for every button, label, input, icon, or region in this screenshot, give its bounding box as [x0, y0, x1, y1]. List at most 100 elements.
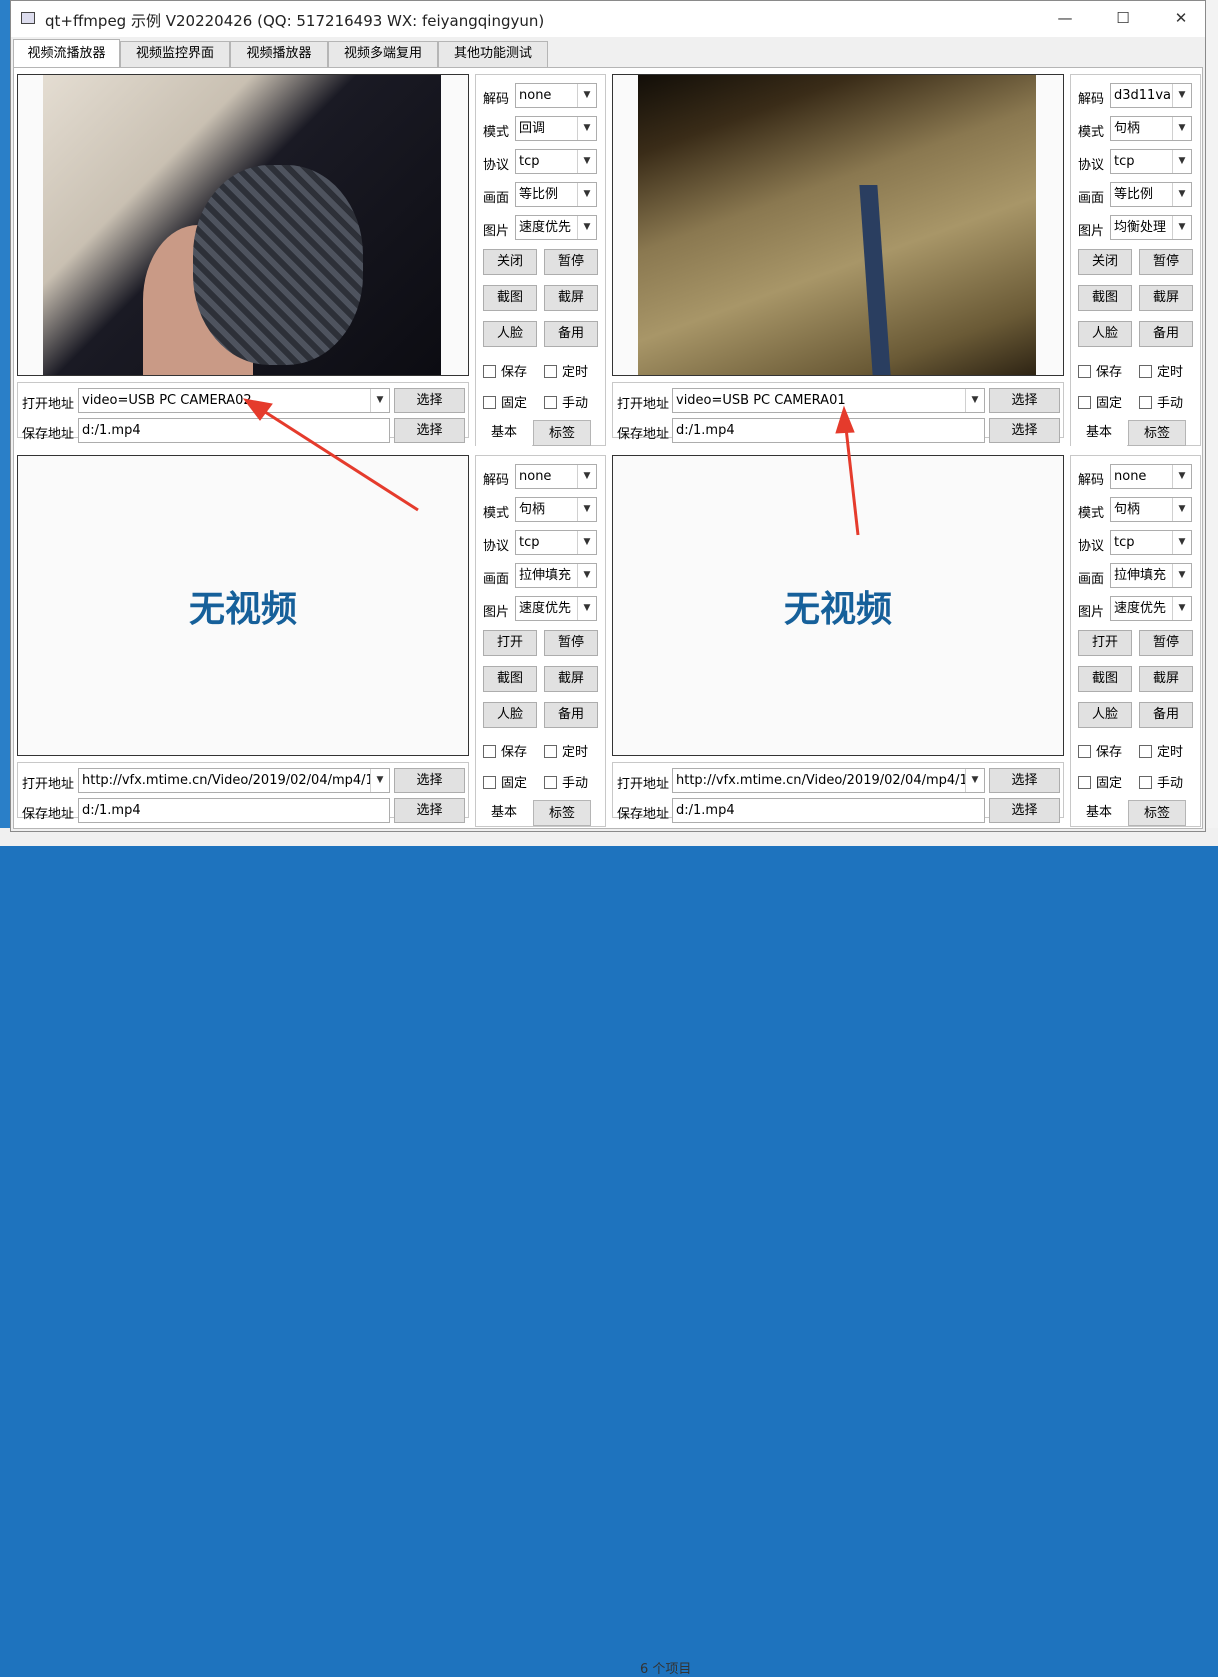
select-open-button[interactable]: 选择	[394, 768, 465, 793]
screenshot-button[interactable]: 截图	[1078, 285, 1132, 311]
select-save-button[interactable]: 选择	[394, 798, 465, 823]
select-open-button[interactable]: 选择	[989, 388, 1060, 413]
decode-select[interactable]: none ▼	[1110, 464, 1192, 489]
toggle-button[interactable]: 关闭	[483, 249, 537, 275]
subtab-basic[interactable]: 基本	[476, 420, 532, 446]
save-checkbox[interactable]: 保存	[1078, 741, 1122, 760]
fixed-checkbox[interactable]: 固定	[1078, 772, 1122, 791]
open-address-combo[interactable]: video=USB PC CAMERA01 ▼	[672, 388, 985, 413]
open-address-combo[interactable]: http://vfx.mtime.cn/Video/2019/02/04/mp4…	[672, 768, 985, 793]
manual-checkbox[interactable]: 手动	[544, 772, 588, 791]
pause-button[interactable]: 暂停	[544, 249, 598, 275]
open-address-combo[interactable]: video=USB PC CAMERA02 ▼	[78, 388, 390, 413]
manual-checkbox[interactable]: 手动	[544, 392, 588, 411]
picture-select[interactable]: 等比例 ▼	[1110, 182, 1192, 207]
save-address-field[interactable]: d:/1.mp4	[78, 798, 390, 823]
open-address-label: 打开地址	[22, 777, 75, 792]
save-checkbox[interactable]: 保存	[1078, 361, 1122, 380]
protocol-select[interactable]: tcp ▼	[1110, 530, 1192, 555]
manual-checkbox[interactable]: 手动	[1139, 772, 1183, 791]
screencap-button[interactable]: 截屏	[1139, 285, 1193, 311]
protocol-select[interactable]: tcp ▼	[515, 149, 597, 174]
subtab-tag[interactable]: 标签	[1128, 420, 1186, 446]
screencap-button[interactable]: 截屏	[1139, 666, 1193, 692]
manual-checkbox[interactable]: 手动	[1139, 392, 1183, 411]
tab-other-tests[interactable]: 其他功能测试	[438, 41, 548, 67]
face-button[interactable]: 人脸	[483, 321, 537, 347]
video-view[interactable]	[612, 74, 1064, 376]
tab-stream-player[interactable]: 视频流播放器	[13, 39, 120, 68]
close-button[interactable]: ✕	[1153, 1, 1209, 37]
mode-select[interactable]: 句柄 ▼	[1110, 497, 1192, 522]
decode-label: 解码	[1078, 92, 1105, 107]
video-view[interactable]: 无视频	[17, 455, 469, 756]
save-checkbox[interactable]: 保存	[483, 741, 527, 760]
toggle-button[interactable]: 打开	[483, 630, 537, 656]
fixed-checkbox[interactable]: 固定	[483, 392, 527, 411]
subtab-tag[interactable]: 标签	[533, 420, 591, 446]
screencap-button[interactable]: 截屏	[544, 666, 598, 692]
subtab-tag[interactable]: 标签	[533, 800, 591, 826]
tab-multi-reuse[interactable]: 视频多端复用	[328, 41, 438, 67]
image-select[interactable]: 速度优先 ▼	[1110, 596, 1192, 621]
protocol-select[interactable]: tcp ▼	[1110, 149, 1192, 174]
timer-checkbox[interactable]: 定时	[544, 741, 588, 760]
pause-button[interactable]: 暂停	[1139, 630, 1193, 656]
fixed-checkbox[interactable]: 固定	[483, 772, 527, 791]
save-address-field[interactable]: d:/1.mp4	[78, 418, 390, 443]
toggle-button[interactable]: 打开	[1078, 630, 1132, 656]
decode-select[interactable]: none ▼	[515, 464, 597, 489]
backup-button[interactable]: 备用	[1139, 702, 1193, 728]
picture-select[interactable]: 等比例 ▼	[515, 182, 597, 207]
decode-select[interactable]: d3d11va ▼	[1110, 83, 1192, 108]
maximize-button[interactable]: ☐	[1095, 1, 1151, 37]
select-save-button[interactable]: 选择	[394, 418, 465, 443]
mode-select[interactable]: 句柄 ▼	[515, 497, 597, 522]
subtab-basic[interactable]: 基本	[1071, 800, 1127, 826]
face-button[interactable]: 人脸	[1078, 321, 1132, 347]
select-open-button[interactable]: 选择	[989, 768, 1060, 793]
pause-button[interactable]: 暂停	[544, 630, 598, 656]
select-save-button[interactable]: 选择	[989, 798, 1060, 823]
save-address-field[interactable]: d:/1.mp4	[672, 798, 985, 823]
fixed-checkbox[interactable]: 固定	[1078, 392, 1122, 411]
image-select[interactable]: 均衡处理 ▼	[1110, 215, 1192, 240]
screenshot-button[interactable]: 截图	[1078, 666, 1132, 692]
subtab-basic[interactable]: 基本	[1071, 420, 1127, 446]
face-button[interactable]: 人脸	[1078, 702, 1132, 728]
image-select[interactable]: 速度优先 ▼	[515, 596, 597, 621]
tab-monitor[interactable]: 视频监控界面	[120, 41, 230, 67]
timer-checkbox[interactable]: 定时	[544, 361, 588, 380]
protocol-select[interactable]: tcp ▼	[515, 530, 597, 555]
video-view[interactable]	[17, 74, 469, 376]
subtab-basic[interactable]: 基本	[476, 800, 532, 826]
screencap-button[interactable]: 截屏	[544, 285, 598, 311]
toggle-button[interactable]: 关闭	[1078, 249, 1132, 275]
pause-button[interactable]: 暂停	[1139, 249, 1193, 275]
save-checkbox[interactable]: 保存	[483, 361, 527, 380]
save-address-field[interactable]: d:/1.mp4	[672, 418, 985, 443]
face-button[interactable]: 人脸	[483, 702, 537, 728]
open-address-combo[interactable]: http://vfx.mtime.cn/Video/2019/02/04/mp4…	[78, 768, 390, 793]
subtab-tag[interactable]: 标签	[1128, 800, 1186, 826]
save-address-label: 保存地址	[22, 427, 75, 442]
timer-checkbox[interactable]: 定时	[1139, 361, 1183, 380]
screenshot-button[interactable]: 截图	[483, 666, 537, 692]
video-view[interactable]: 无视频	[612, 455, 1064, 756]
backup-button[interactable]: 备用	[1139, 321, 1193, 347]
backup-button[interactable]: 备用	[544, 321, 598, 347]
select-save-button[interactable]: 选择	[989, 418, 1060, 443]
backup-button[interactable]: 备用	[544, 702, 598, 728]
image-select[interactable]: 速度优先 ▼	[515, 215, 597, 240]
screenshot-button[interactable]: 截图	[483, 285, 537, 311]
picture-select[interactable]: 拉伸填充 ▼	[1110, 563, 1192, 588]
tab-video-player[interactable]: 视频播放器	[230, 41, 328, 67]
minimize-button[interactable]: —	[1037, 1, 1093, 37]
save-address-label: 保存地址	[22, 807, 75, 822]
picture-select[interactable]: 拉伸填充 ▼	[515, 563, 597, 588]
decode-select[interactable]: none ▼	[515, 83, 597, 108]
timer-checkbox[interactable]: 定时	[1139, 741, 1183, 760]
mode-select[interactable]: 回调 ▼	[515, 116, 597, 141]
mode-select[interactable]: 句柄 ▼	[1110, 116, 1192, 141]
select-open-button[interactable]: 选择	[394, 388, 465, 413]
